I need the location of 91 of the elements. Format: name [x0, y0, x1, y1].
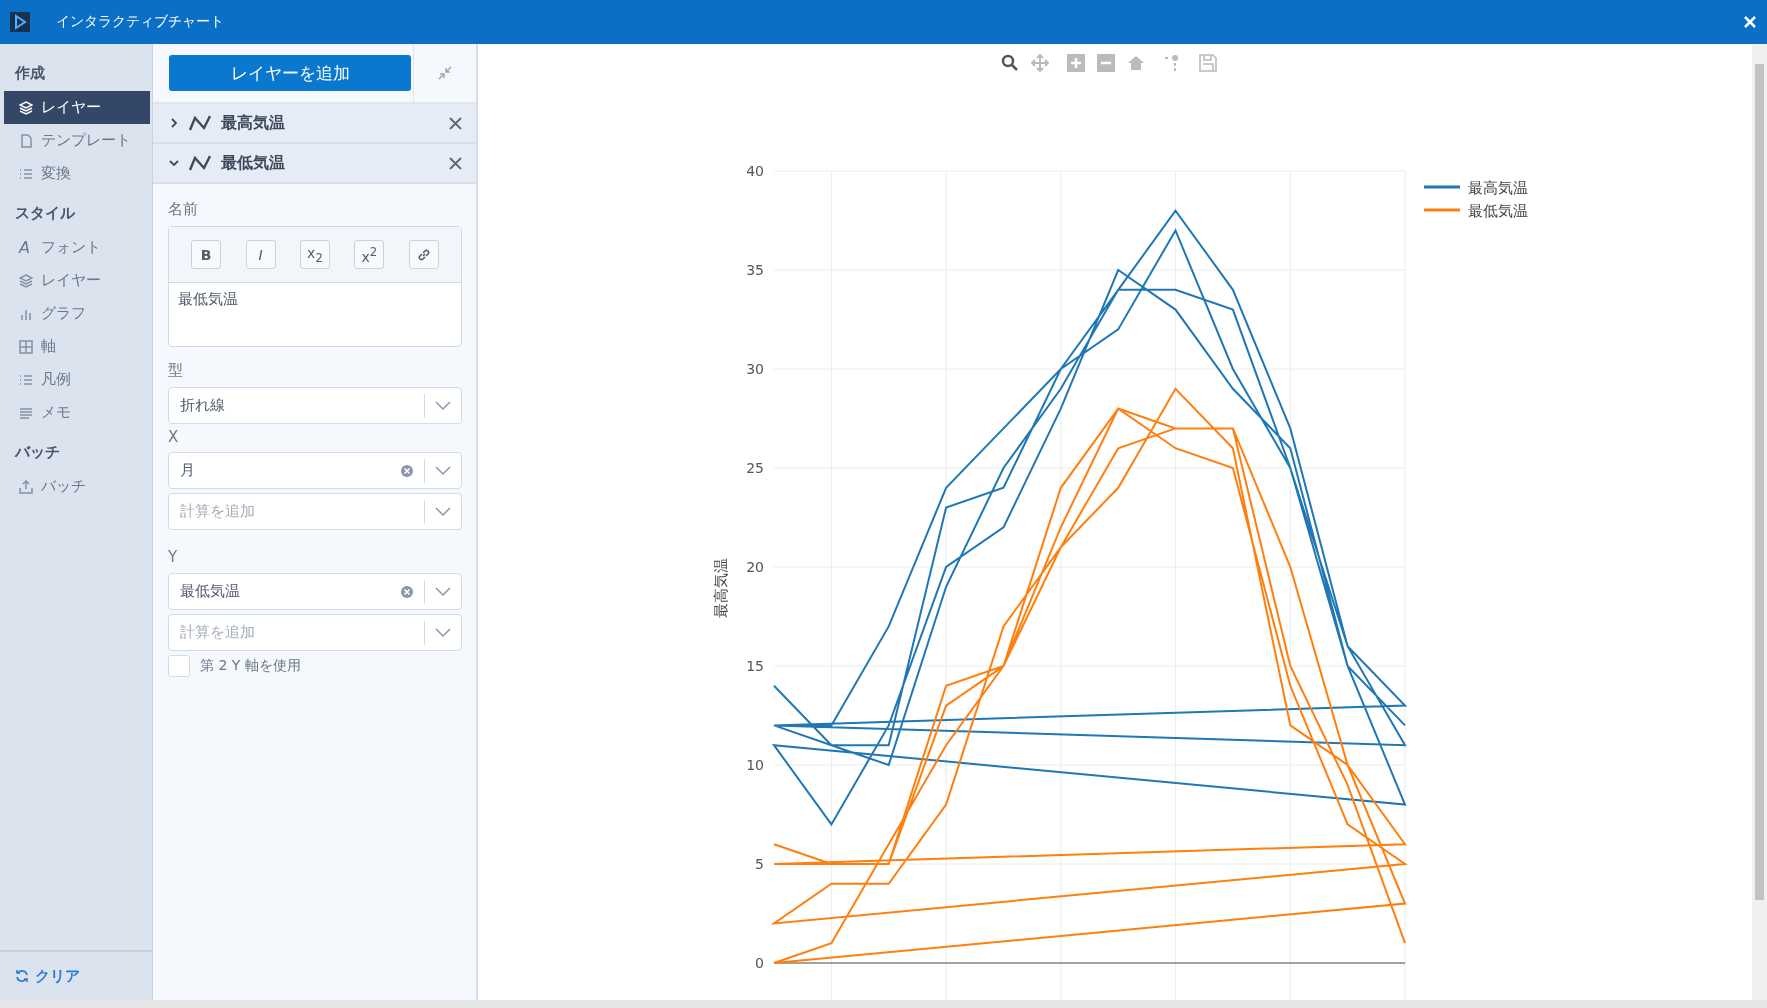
sidebar-item[interactable]: テンプレート — [4, 124, 150, 157]
name-text-field[interactable]: 最低気温 — [169, 283, 461, 346]
format-button[interactable]: x$^{2}$ — [354, 240, 385, 269]
field-label: 型 — [168, 361, 184, 380]
chevron-down-icon — [169, 158, 179, 168]
sidebar-item[interactable]: 変換 — [4, 157, 150, 190]
legend-label[interactable]: 最高気温 — [1468, 179, 1528, 197]
y-tick-label: 30 — [746, 361, 764, 377]
chevron-down-icon — [435, 400, 451, 411]
y-tick-label: 0 — [755, 955, 764, 971]
layer-name: 最高気温 — [221, 112, 286, 134]
sidebar-item[interactable]: レイヤー — [4, 264, 150, 297]
x-select[interactable]: 月 — [168, 452, 462, 489]
sidebar-heading: バッチ — [13, 442, 61, 463]
clear-button[interactable]: クリア — [15, 966, 80, 986]
sidebar-item-label: バッチ — [41, 477, 86, 496]
close-icon[interactable] — [449, 156, 462, 170]
checkbox[interactable] — [168, 655, 190, 677]
field-label: X — [168, 428, 180, 446]
collapse-icon[interactable] — [438, 66, 452, 80]
sidebar-item[interactable]: レイヤー — [4, 91, 150, 124]
sidebar-item[interactable]: メモ — [4, 396, 150, 429]
y-tick-label: 15 — [746, 658, 764, 674]
layer-header[interactable]: 最低気温 — [153, 144, 476, 184]
layer-header[interactable]: 最高気温 — [153, 104, 476, 144]
format-button[interactable]: B — [191, 240, 222, 269]
layers-icon — [19, 273, 33, 288]
refresh-icon — [15, 969, 29, 983]
y-tick-label: 5 — [755, 856, 764, 872]
save-icon[interactable] — [1199, 54, 1217, 72]
chevron-down-icon — [435, 586, 451, 597]
sidebar-heading: 作成 — [14, 63, 46, 84]
chevron-down-icon — [435, 465, 451, 476]
format-button[interactable]: I — [245, 240, 276, 269]
pan-icon[interactable] — [1031, 54, 1049, 72]
add-layer-button[interactable]: レイヤーを追加 — [169, 55, 411, 91]
window-title: インタラクティブチャート — [56, 13, 225, 31]
link-button[interactable] — [408, 240, 439, 269]
chevron-right-icon — [169, 118, 179, 128]
link-icon — [416, 247, 431, 262]
sidebar-item[interactable]: バッチ — [4, 470, 150, 503]
document-icon — [19, 133, 33, 148]
field-label: 名前 — [168, 200, 199, 219]
sidebar-item-label: メモ — [41, 403, 71, 422]
y-select[interactable]: 最低気温 — [168, 573, 462, 610]
sidebar-item-label: 変換 — [41, 164, 71, 183]
format-button[interactable]: x$_{2}$ — [299, 240, 330, 269]
y-axis-title: 最高気温 — [712, 558, 730, 618]
grid-icon — [19, 339, 33, 354]
text-lines-icon — [19, 405, 33, 420]
sidebar-item[interactable]: 凡例 — [4, 363, 150, 396]
app-logo-icon — [10, 12, 30, 32]
sidebar-item-label: 凡例 — [41, 370, 71, 389]
home-icon[interactable] — [1127, 54, 1145, 72]
y-tick-label: 35 — [746, 262, 764, 278]
chevron-down-icon — [435, 506, 451, 517]
export-icon — [19, 479, 33, 494]
chevron-down-icon — [435, 627, 451, 638]
y-tick-label: 40 — [746, 163, 764, 179]
zoom-icon[interactable] — [1001, 54, 1019, 72]
font-glyph: A — [19, 238, 31, 257]
sidebar-item-label: レイヤー — [41, 98, 101, 117]
y-tick-label: 25 — [746, 460, 764, 476]
layer-name: 最低気温 — [221, 152, 286, 174]
clear-icon[interactable] — [400, 463, 414, 478]
legend-label[interactable]: 最低気温 — [1468, 202, 1528, 220]
list-icon — [19, 166, 33, 181]
sidebar-heading: スタイル — [14, 203, 76, 224]
field-label: Y — [168, 548, 179, 566]
zoom-in-icon[interactable] — [1067, 54, 1085, 72]
checkbox-label: 第 2 Y 軸を使用 — [200, 657, 301, 675]
y-tick-label: 20 — [746, 559, 764, 575]
line-chart-icon — [189, 155, 211, 171]
sidebar-item-label: 軸 — [41, 337, 56, 356]
clear-icon[interactable] — [400, 584, 414, 599]
sidebar-item[interactable]: 軸 — [4, 330, 150, 363]
y-tick-label: 10 — [746, 757, 764, 773]
sidebar-item-label: フォント — [41, 238, 101, 257]
close-icon[interactable] — [449, 116, 462, 130]
sidebar-item[interactable]: グラフ — [4, 297, 150, 330]
sidebar-item-label: グラフ — [41, 304, 86, 323]
zoom-out-icon[interactable] — [1097, 54, 1115, 72]
type-select[interactable]: 折れ線 — [168, 387, 462, 424]
sidebar-item-label: テンプレート — [41, 131, 131, 150]
sidebar-item[interactable]: A フォント — [4, 231, 150, 264]
line-chart-icon — [189, 115, 211, 131]
spike-lines-icon[interactable] — [1163, 54, 1181, 72]
sidebar-item-label: レイヤー — [41, 271, 101, 290]
list-icon — [19, 372, 33, 387]
scrollbar[interactable] — [1752, 44, 1767, 1000]
layers-icon — [19, 100, 33, 115]
